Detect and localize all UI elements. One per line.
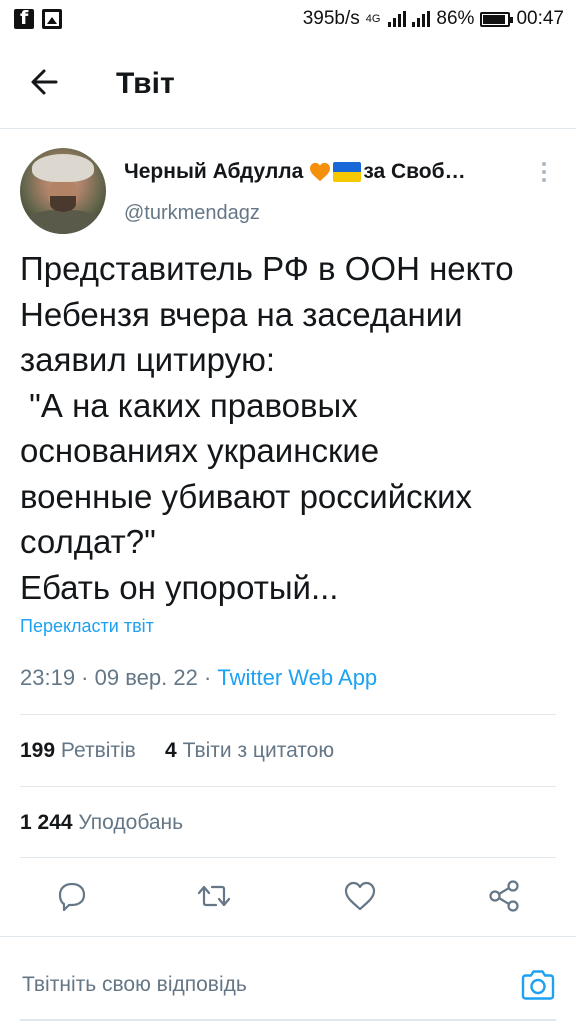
camera-icon bbox=[521, 970, 555, 1000]
page-title: Твіт bbox=[116, 67, 175, 100]
arrow-left-icon bbox=[31, 69, 58, 95]
meta-separator-2: · bbox=[197, 665, 218, 690]
author-name-suffix[interactable]: за Своб… bbox=[363, 160, 465, 184]
author-handle[interactable]: @turkmendagz bbox=[124, 202, 260, 225]
retweet-stats: 199 Ретвітів 4 Твіти з цитатою bbox=[20, 739, 334, 763]
author-name[interactable]: Черный Абдулла bbox=[124, 160, 303, 184]
reply-input[interactable]: Твітніть свою відповідь bbox=[22, 973, 247, 997]
translate-tweet-link[interactable]: Перекласти твіт bbox=[20, 616, 154, 637]
reply-bar: Твітніть свою відповідь bbox=[0, 936, 576, 1025]
divider bbox=[20, 714, 556, 715]
signal-icon bbox=[388, 11, 407, 27]
tweet-date: 09 вер. 22 bbox=[94, 665, 198, 690]
image-icon bbox=[42, 9, 62, 29]
reply-button[interactable] bbox=[52, 876, 92, 916]
signal-icon-2 bbox=[412, 11, 431, 27]
camera-button[interactable] bbox=[518, 965, 558, 1005]
network-speed: 395b/s bbox=[302, 8, 360, 29]
battery-percent: 86% bbox=[436, 8, 475, 29]
orange-heart-icon bbox=[310, 162, 331, 182]
more-options-button[interactable] bbox=[536, 160, 552, 186]
quotes-label[interactable]: Твіти з цитатою bbox=[183, 739, 335, 762]
retweet-button[interactable] bbox=[194, 876, 234, 916]
top-app-bar: Твіт bbox=[0, 40, 576, 129]
battery-icon bbox=[480, 11, 514, 27]
tweet-source-app[interactable]: Twitter Web App bbox=[217, 665, 377, 690]
share-button[interactable] bbox=[484, 876, 524, 916]
retweets-count[interactable]: 199 bbox=[20, 739, 55, 762]
tweet-time: 23:19 bbox=[20, 665, 76, 690]
likes-label[interactable]: Уподобань bbox=[78, 811, 183, 834]
tweet-text: Представитель РФ в ООН некто Небензя вче… bbox=[20, 250, 514, 606]
like-button[interactable] bbox=[340, 876, 380, 916]
retweet-icon bbox=[197, 885, 231, 907]
reply-icon bbox=[58, 882, 86, 912]
back-button[interactable] bbox=[26, 62, 66, 102]
author-name-row[interactable]: Черный Абдулла за Своб… bbox=[124, 160, 466, 184]
retweets-label[interactable]: Ретвітів bbox=[61, 739, 136, 762]
likes-count[interactable]: 1 244 bbox=[20, 811, 73, 834]
status-left-icons bbox=[14, 7, 62, 29]
tweet-meta: 23:19 · 09 вер. 22 · Twitter Web App bbox=[20, 665, 377, 691]
clock: 00:47 bbox=[516, 8, 564, 29]
status-right: 395b/s 4G 86% 00:47 bbox=[303, 8, 564, 30]
divider bbox=[20, 786, 556, 787]
avatar[interactable] bbox=[20, 148, 106, 234]
facebook-icon bbox=[14, 7, 34, 29]
network-type: 4G bbox=[365, 13, 381, 25]
reply-input-underline bbox=[20, 1019, 556, 1021]
divider bbox=[20, 857, 556, 858]
meta-separator: · bbox=[75, 665, 95, 690]
ukraine-flag-icon bbox=[333, 162, 362, 182]
like-stats: 1 244 Уподобань bbox=[20, 811, 183, 835]
like-icon bbox=[344, 881, 376, 911]
tweet-actions bbox=[0, 868, 576, 924]
status-bar: 395b/s 4G 86% 00:47 bbox=[0, 0, 576, 40]
share-icon bbox=[489, 880, 519, 912]
quotes-count[interactable]: 4 bbox=[165, 739, 177, 762]
